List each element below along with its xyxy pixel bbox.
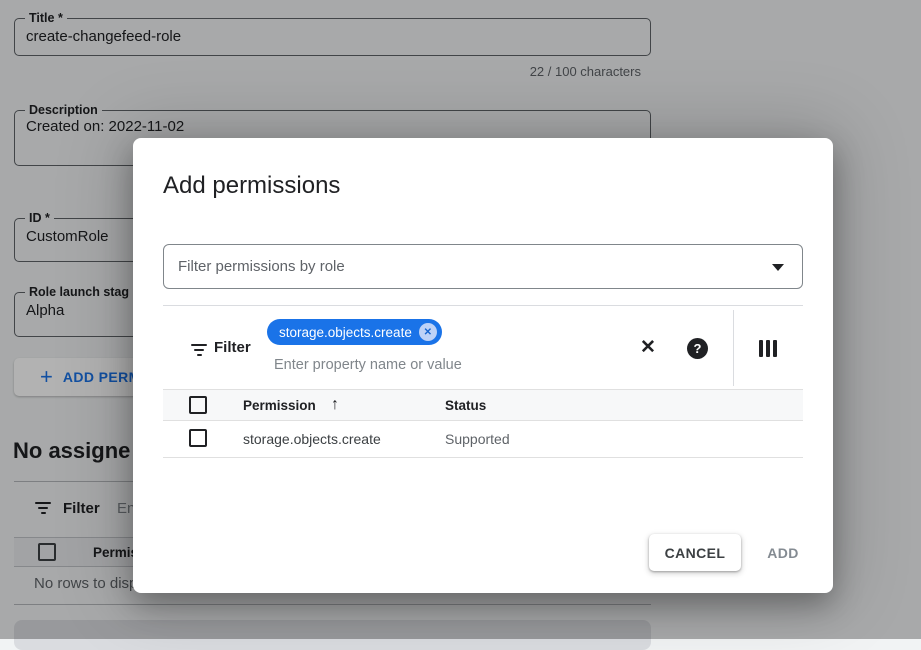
- column-display-options-icon[interactable]: [759, 340, 777, 357]
- toolbar-divider: [733, 310, 734, 386]
- chip-remove-icon[interactable]: ✕: [419, 323, 437, 341]
- help-icon[interactable]: ?: [687, 338, 708, 359]
- clear-filters-icon[interactable]: ✕: [638, 337, 658, 359]
- permissions-table-header: Permission ↑ Status: [163, 389, 803, 421]
- row-checkbox[interactable]: [189, 429, 207, 447]
- filter-label: Filter: [214, 339, 251, 356]
- sort-ascending-icon[interactable]: ↑: [331, 396, 339, 414]
- permissions-filter-toolbar: Filter storage.objects.create ✕ Enter pr…: [163, 305, 803, 389]
- cancel-button[interactable]: CANCEL: [649, 534, 741, 571]
- status-column-header[interactable]: Status: [445, 398, 486, 413]
- add-button[interactable]: ADD: [751, 534, 815, 571]
- permission-column-header[interactable]: Permission: [243, 398, 316, 413]
- filter-icon: [190, 344, 208, 356]
- filter-chip-label: storage.objects.create: [279, 325, 412, 340]
- role-select-placeholder: Filter permissions by role: [178, 258, 345, 275]
- filter-input[interactable]: Enter property name or value: [274, 357, 462, 373]
- table-row[interactable]: storage.objects.create Supported: [163, 421, 803, 458]
- add-permissions-dialog: Add permissions Filter permissions by ro…: [133, 138, 833, 593]
- filter-chip[interactable]: storage.objects.create ✕: [267, 319, 442, 345]
- dialog-title: Add permissions: [163, 172, 340, 200]
- status-cell: Supported: [445, 431, 510, 447]
- permissions-table: Permission ↑ Status storage.objects.crea…: [163, 389, 803, 458]
- permission-cell: storage.objects.create: [243, 431, 381, 447]
- filter-permissions-by-role-select[interactable]: Filter permissions by role: [163, 244, 803, 289]
- select-all-checkbox[interactable]: [189, 396, 207, 414]
- chevron-down-icon: [772, 264, 784, 271]
